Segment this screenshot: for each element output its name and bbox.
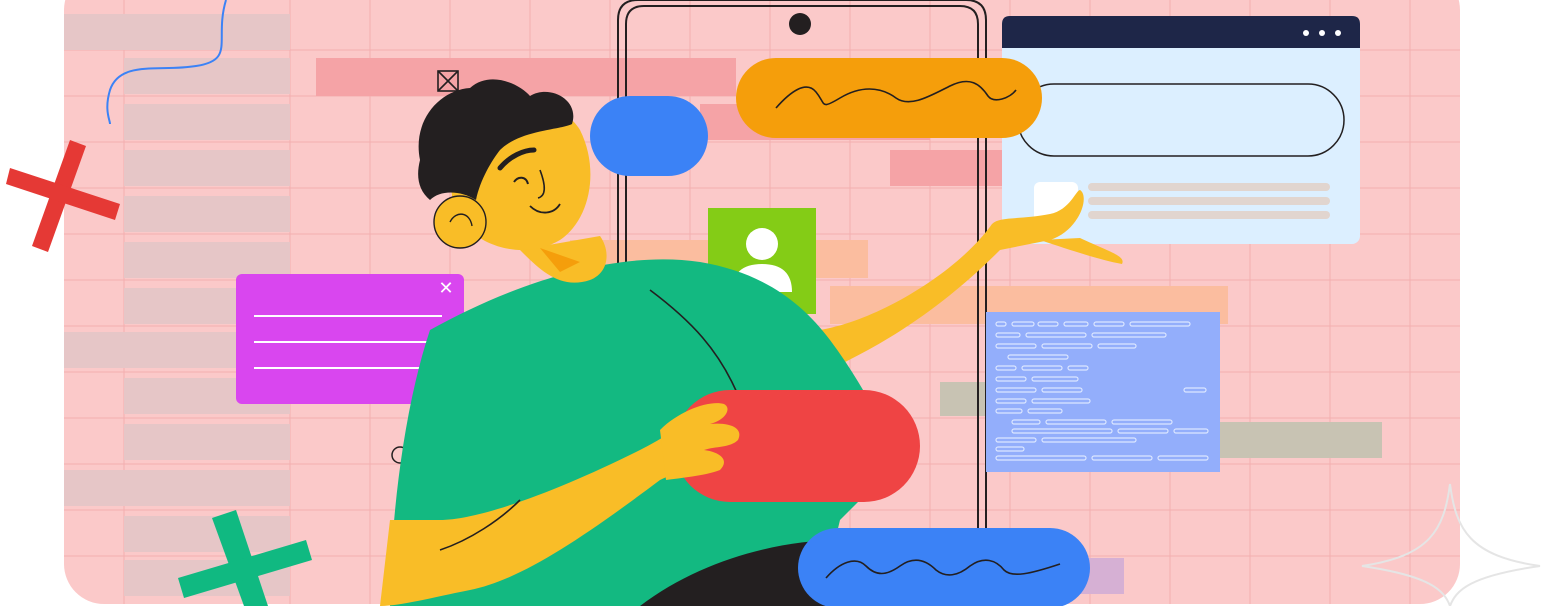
close-icon[interactable]: ✕ xyxy=(436,279,456,299)
browser-window xyxy=(1002,16,1360,244)
illustration-scene xyxy=(6,0,1541,606)
timeline-bar xyxy=(890,150,1010,186)
code-panel xyxy=(986,312,1220,472)
blue-pill xyxy=(590,96,708,176)
orange-pill xyxy=(736,58,1042,138)
timeline-bar xyxy=(316,58,736,96)
phone-camera xyxy=(789,13,811,35)
blue-signature-pill xyxy=(798,528,1090,606)
